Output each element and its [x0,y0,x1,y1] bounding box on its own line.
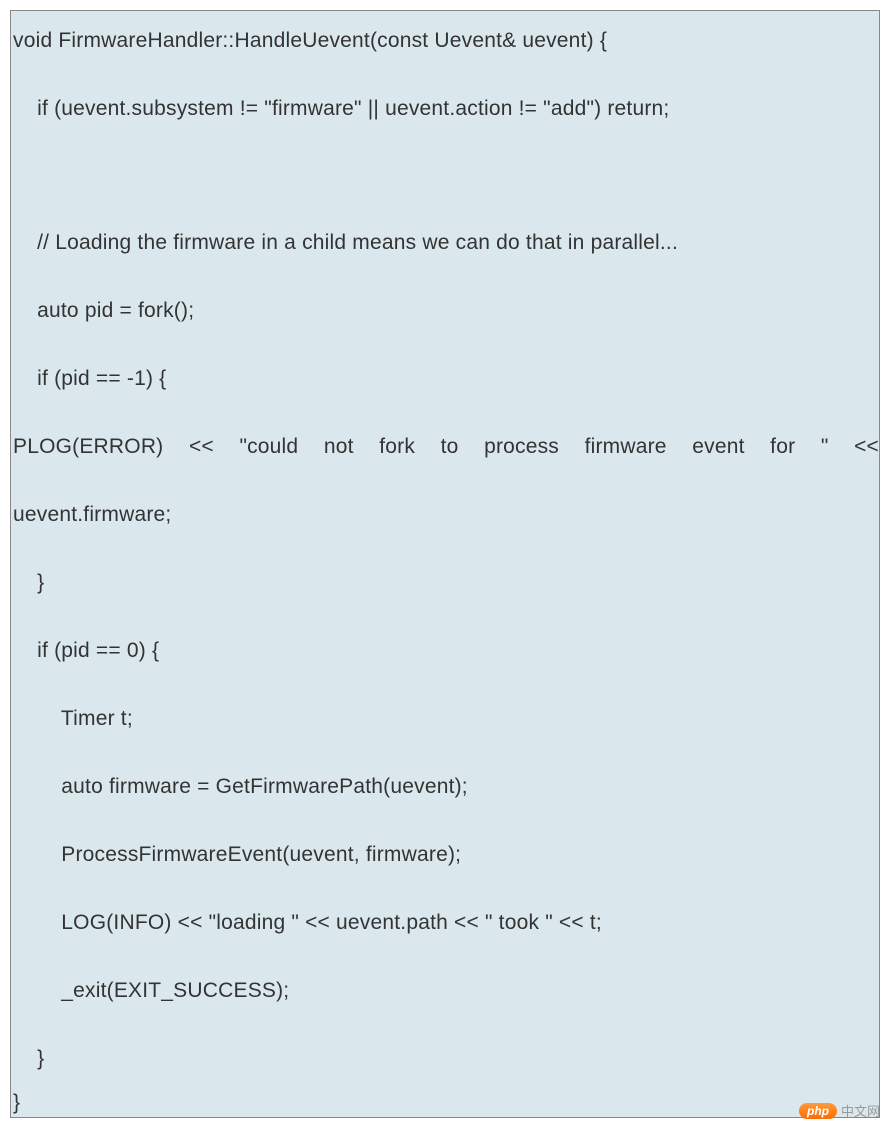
code-line: Timer t; [13,705,133,732]
php-badge-icon: php [799,1103,837,1119]
code-line: void FirmwareHandler::HandleUevent(const… [13,27,607,54]
code-line: auto pid = fork(); [13,297,194,324]
code-line: } [13,1089,20,1116]
code-line: uevent.firmware; [13,501,171,528]
code-block: void FirmwareHandler::HandleUevent(const… [10,10,880,1118]
code-line: } [13,1045,44,1072]
code-line: if (pid == -1) { [13,365,166,392]
code-line: PLOG(ERROR) << "could not fork to proces… [13,433,879,460]
code-line: if (uevent.subsystem != "firmware" || ue… [13,95,669,122]
code-line: } [13,569,44,596]
code-line: if (pid == 0) { [13,637,159,664]
code-line: // Loading the firmware in a child means… [13,229,678,256]
code-line: LOG(INFO) << "loading " << uevent.path <… [13,909,602,936]
code-line: auto firmware = GetFirmwarePath(uevent); [13,773,468,800]
code-line: ProcessFirmwareEvent(uevent, firmware); [13,841,461,868]
watermark: php 中文网 [799,1101,880,1120]
watermark-text: 中文网 [841,1101,880,1120]
code-line: _exit(EXIT_SUCCESS); [13,977,289,1004]
